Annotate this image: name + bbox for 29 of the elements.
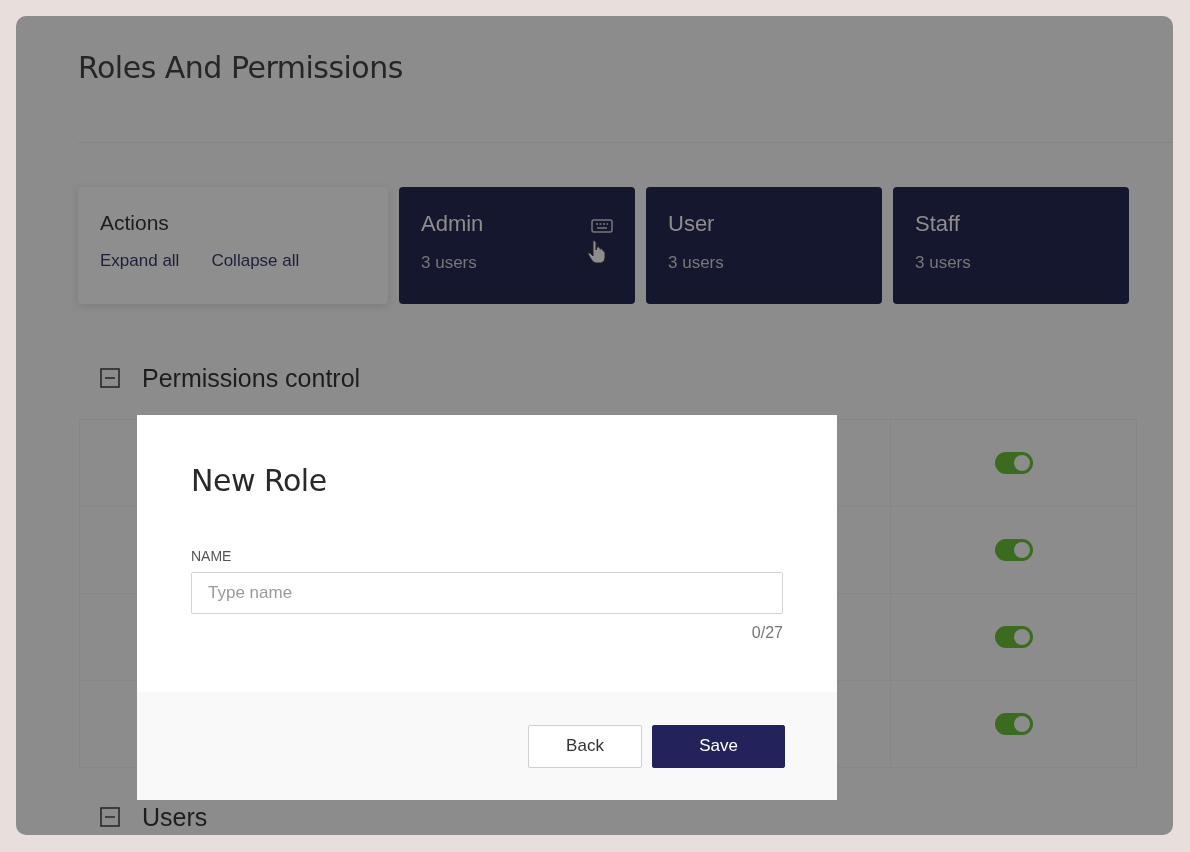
role-name: User <box>668 211 715 237</box>
action-link[interactable]: Expand all <box>100 251 180 271</box>
collapse-icon[interactable] <box>100 368 120 388</box>
action-link[interactable]: Collapse all <box>211 251 300 271</box>
user-count: 3 users <box>915 253 972 273</box>
name-input[interactable]: Type name <box>191 572 783 614</box>
role-card[interactable]: User 3 users <box>646 187 882 304</box>
save-button[interactable]: Save <box>652 724 785 768</box>
character-counter: 0/27 <box>750 624 783 642</box>
page-title: Roles And Permissions <box>78 50 404 86</box>
toggle-switch[interactable] <box>994 452 1033 474</box>
section-title: Permissions control <box>142 363 361 393</box>
toggle-switch[interactable] <box>994 626 1033 648</box>
keyboard-icon[interactable] <box>591 219 613 233</box>
dialog-title: New Role <box>191 463 328 498</box>
toggle-switch[interactable] <box>994 539 1033 561</box>
hand-cursor-icon <box>587 239 607 263</box>
collapse-icon[interactable] <box>100 807 120 827</box>
user-count: 3 users <box>668 253 725 273</box>
role-card[interactable]: Admin 3 users <box>399 187 635 304</box>
actions-title: Actions <box>100 211 170 235</box>
role-card[interactable]: Staff 3 users <box>893 187 1129 304</box>
role-name: Admin <box>421 211 484 237</box>
user-count: 3 users <box>421 253 478 273</box>
toggle-switch[interactable] <box>994 713 1033 735</box>
section-title: Users <box>142 802 208 832</box>
back-button[interactable]: Back <box>528 724 642 768</box>
field-label: NAME <box>191 548 233 564</box>
role-name: Staff <box>915 211 960 237</box>
